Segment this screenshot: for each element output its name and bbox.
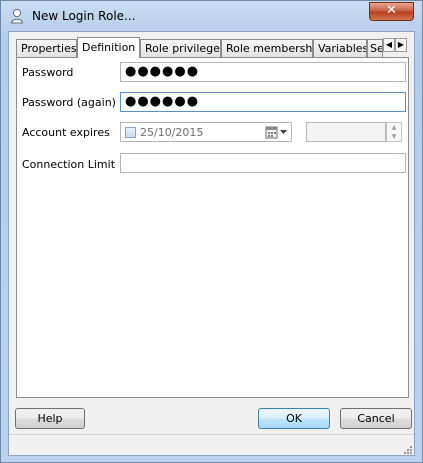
account-expires-time-field[interactable] bbox=[306, 122, 386, 142]
spin-down-icon[interactable]: ▼ bbox=[387, 132, 401, 141]
password-label: Password bbox=[22, 66, 74, 79]
connection-limit-label: Connection Limit bbox=[22, 158, 116, 171]
status-bar bbox=[9, 434, 414, 456]
account-expires-date: 25/10/2015 bbox=[140, 126, 204, 139]
title-bar[interactable]: New Login Role... ✕ bbox=[1, 1, 422, 31]
calendar-icon[interactable] bbox=[265, 126, 289, 139]
definition-panel: Password ●●●●●● Password (again) ●●●●●● … bbox=[16, 57, 409, 398]
spin-up-icon[interactable]: ▲ bbox=[387, 123, 401, 132]
ok-button[interactable]: OK bbox=[258, 408, 330, 429]
close-button[interactable]: ✕ bbox=[369, 2, 414, 21]
time-spin-control[interactable]: ▲ ▼ bbox=[386, 122, 402, 142]
window-title: New Login Role... bbox=[32, 9, 136, 23]
tab-security[interactable]: Se bbox=[367, 39, 383, 57]
password-field[interactable]: ●●●●●● bbox=[120, 62, 406, 82]
connection-limit-field[interactable] bbox=[120, 153, 406, 173]
help-button[interactable]: Help bbox=[15, 408, 85, 429]
tab-properties[interactable]: Properties bbox=[16, 39, 77, 57]
user-icon bbox=[10, 8, 24, 24]
resize-grip-icon[interactable] bbox=[402, 444, 412, 454]
date-enable-checkbox[interactable] bbox=[125, 127, 136, 138]
account-expires-date-picker[interactable]: 25/10/2015 bbox=[120, 122, 292, 142]
tab-variables[interactable]: Variables bbox=[313, 39, 367, 57]
tab-role-privileges[interactable]: Role privileges bbox=[140, 39, 221, 57]
password-again-label: Password (again) bbox=[22, 96, 116, 109]
dialog-client-area: Properties Definition Role privileges Ro… bbox=[8, 31, 415, 456]
tab-role-membership[interactable]: Role membership bbox=[221, 39, 313, 57]
password-again-field[interactable]: ●●●●●● bbox=[120, 92, 406, 112]
tab-strip: Properties Definition Role privileges Ro… bbox=[16, 37, 383, 58]
cancel-button[interactable]: Cancel bbox=[340, 408, 412, 429]
tab-scroll-right-button[interactable]: ▶ bbox=[395, 38, 407, 52]
tab-scroll-left-button[interactable]: ◀ bbox=[383, 38, 395, 52]
tab-definition[interactable]: Definition bbox=[77, 37, 140, 58]
dialog-window: New Login Role... ✕ Properties Definitio… bbox=[0, 0, 423, 463]
account-expires-label: Account expires bbox=[22, 126, 110, 139]
